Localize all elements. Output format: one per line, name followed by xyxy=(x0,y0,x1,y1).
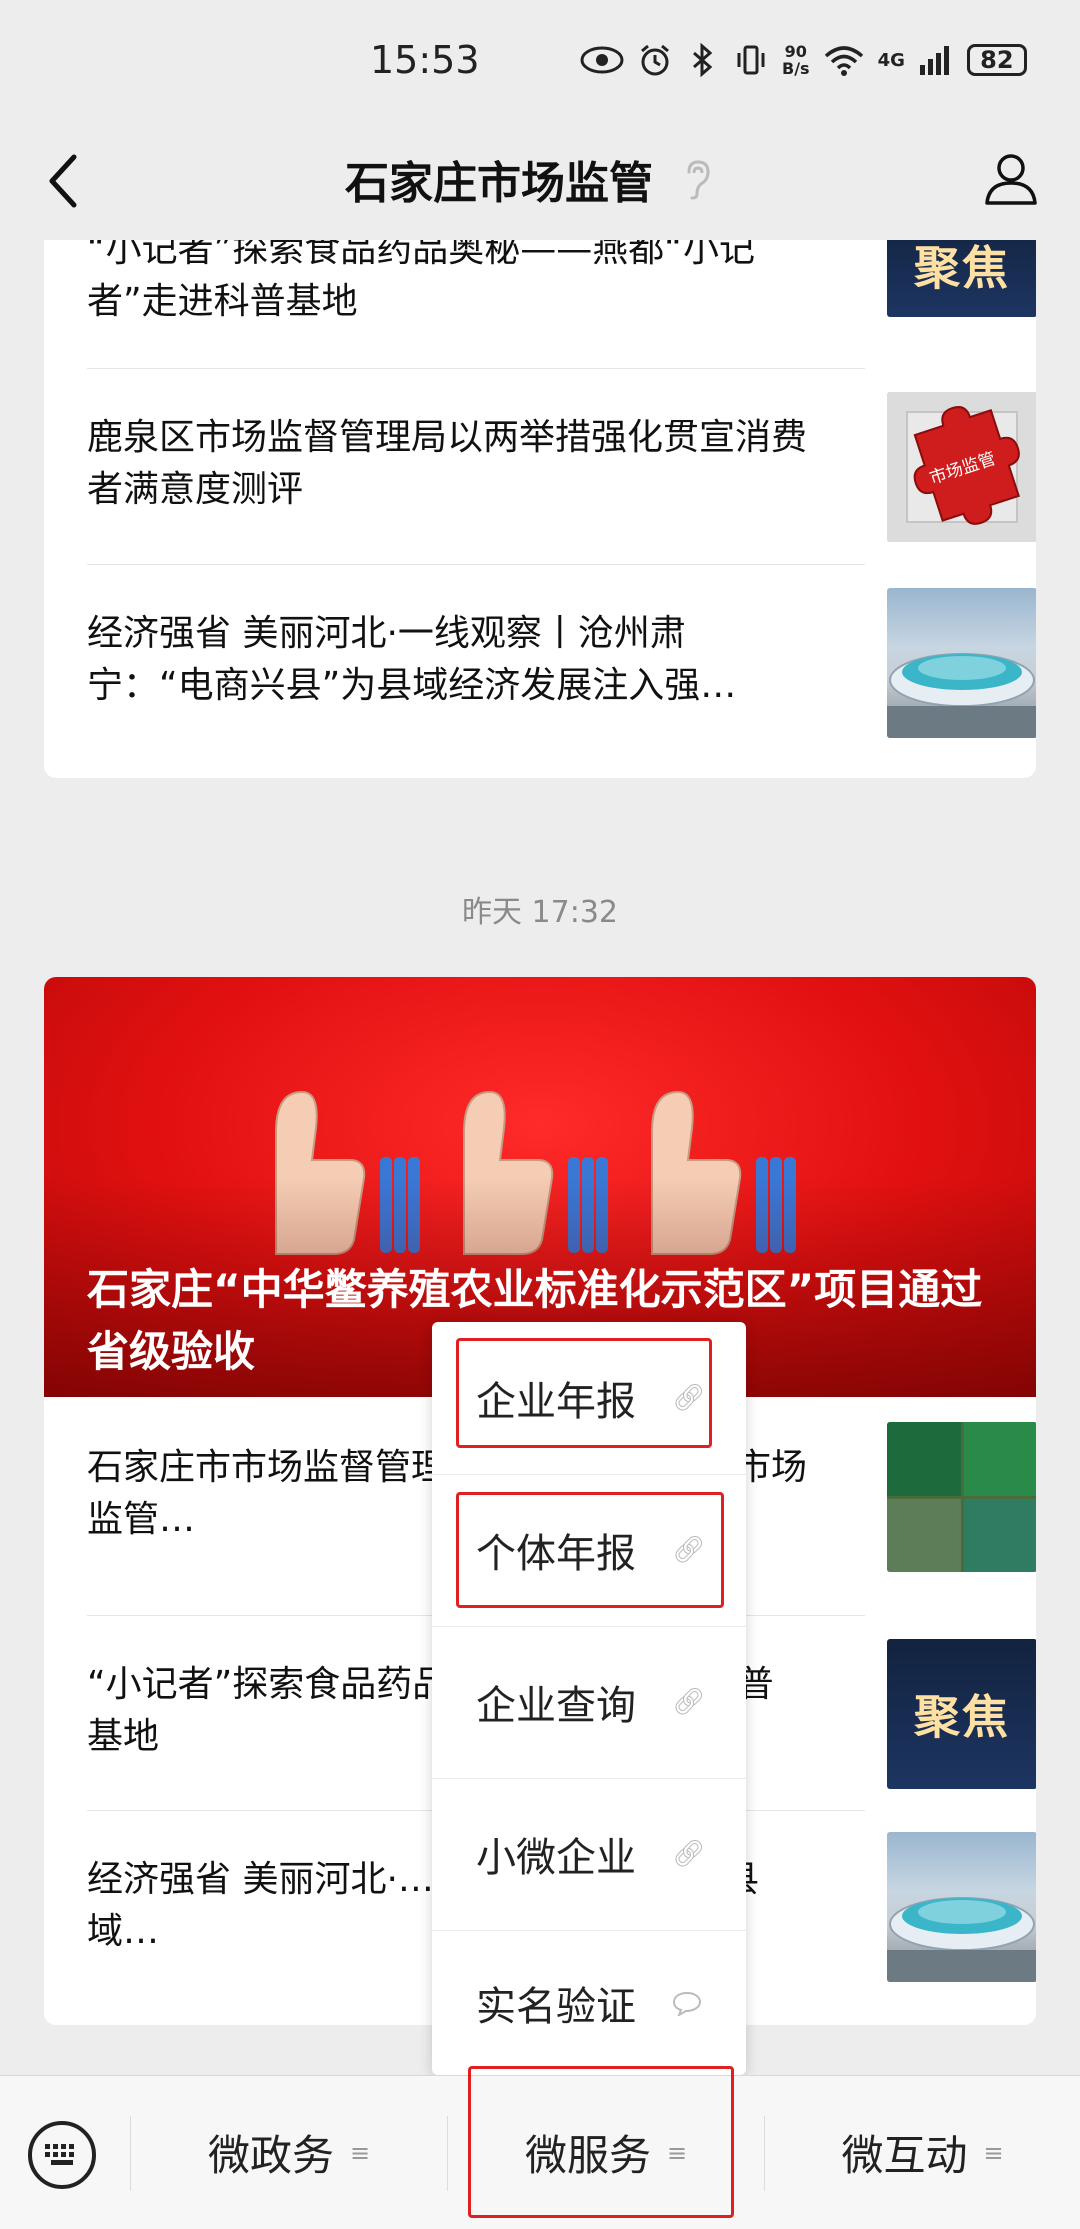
network-type: 4G xyxy=(877,49,905,71)
message-timestamp: 昨天 17:32 xyxy=(462,895,618,930)
image-tile xyxy=(963,1498,1036,1572)
wifi-icon xyxy=(824,46,863,76)
article-card: “小记者”探索食品药品奥秘——燕都“小记者”走进科普基地 聚焦 鹿泉区市场监督管… xyxy=(44,240,1036,778)
article-thumbnail: 聚焦 xyxy=(887,240,1036,317)
chat-header: 石家庄市场监管 xyxy=(0,125,1080,240)
article-thumbnail xyxy=(887,1422,1036,1572)
menu-item-label: 企业查询 xyxy=(476,1683,636,1729)
article-title: 鹿泉区市场监督管理局以两举措强化贯宣消费者满意度测评 xyxy=(87,417,808,510)
thumbnail-label: 聚焦 xyxy=(914,1690,1010,1744)
highlight-box xyxy=(456,1492,724,1608)
net-speed: 90 B/s xyxy=(782,42,810,78)
menu-item-label: 小微企业 xyxy=(476,1835,636,1881)
profile-icon[interactable] xyxy=(982,149,1040,207)
tab-label: 微互动 xyxy=(841,2131,968,2180)
puzzle-image: 市场监管 xyxy=(887,392,1036,542)
menu-item-real-name-verification[interactable]: 实名验证 xyxy=(432,1930,746,2075)
status-icons: 90 B/s 4G 82 xyxy=(580,40,1027,80)
building-image xyxy=(887,1897,1036,1982)
header-title-group: 石家庄市场监管 xyxy=(345,147,713,211)
highlight-box xyxy=(456,1338,712,1448)
keyboard-glyph xyxy=(45,2144,74,2165)
image-tile xyxy=(887,1498,961,1572)
tab-wei-hudong[interactable]: 微互动 ≡ xyxy=(765,2076,1080,2229)
divider xyxy=(87,368,865,369)
article-title: 经济强省 美丽河北·一线观察丨沧州肃宁：“电商兴县”为县域经济发展注入强… xyxy=(87,613,737,706)
list-item[interactable]: “小记者”探索食品药品奥秘——燕都“小记者”走进科普基地 聚焦 xyxy=(87,240,1036,352)
image-tile xyxy=(887,1422,961,1496)
thumbnail-label: 聚焦 xyxy=(914,240,1010,295)
highlight-box xyxy=(468,2066,734,2218)
link-icon: 🔗︎ xyxy=(672,1687,706,1717)
tab-label: 微政务 xyxy=(207,2131,334,2180)
eye-icon xyxy=(580,46,624,74)
list-item[interactable]: 经济强省 美丽河北·一线观察丨沧州肃宁：“电商兴县”为县域经济发展注入强… xyxy=(87,566,1036,760)
bluetooth-icon xyxy=(693,43,713,77)
page-title: 石家庄市场监管 xyxy=(345,158,653,209)
article-title: “小记者”探索食品药品奥秘——燕都“小记者”走进科普基地 xyxy=(87,240,755,322)
menu-item-small-micro-enterprise[interactable]: 小微企业 🔗︎ xyxy=(432,1778,746,1930)
status-bar: 15:53 90 B/s 4G 82 xyxy=(0,0,1080,125)
battery-indicator: 82 xyxy=(966,44,1027,76)
menu-lines-icon: ≡ xyxy=(983,2138,1004,2167)
menu-item-label: 实名验证 xyxy=(476,1983,636,2030)
status-time: 15:53 xyxy=(370,38,480,82)
back-arrow-icon[interactable] xyxy=(40,151,90,211)
keyboard-icon[interactable] xyxy=(28,2121,96,2189)
menu-item-enterprise-query[interactable]: 企业查询 🔗︎ xyxy=(432,1626,746,1778)
divider xyxy=(87,564,865,565)
link-icon: 🔗︎ xyxy=(672,1839,706,1869)
image-tile xyxy=(963,1422,1036,1496)
signal-icon xyxy=(919,46,949,75)
ear-icon xyxy=(687,160,710,200)
menu-lines-icon: ≡ xyxy=(349,2138,371,2167)
article-thumbnail: 聚焦 xyxy=(887,1639,1036,1789)
building-image xyxy=(887,653,1036,738)
tab-wei-zhengwu[interactable]: 微政务 ≡ xyxy=(131,2076,447,2229)
alarm-icon xyxy=(641,44,669,76)
article-thumbnail xyxy=(887,588,1036,738)
article-thumbnail: 市场监管 xyxy=(887,392,1036,542)
vibrate-icon xyxy=(737,45,765,75)
chat-bubble-icon xyxy=(672,1991,702,2016)
list-item[interactable]: 鹿泉区市场监督管理局以两举措强化贯宣消费者满意度测评 市场监管 xyxy=(87,370,1036,564)
article-thumbnail xyxy=(887,1832,1036,1982)
